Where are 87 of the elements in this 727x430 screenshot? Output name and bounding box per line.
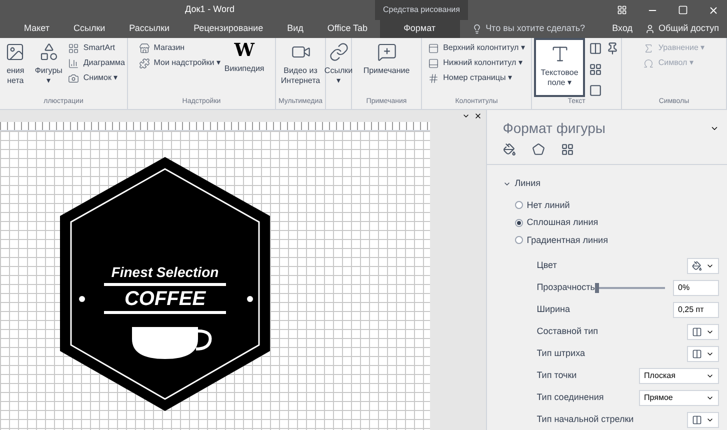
value-spinner[interactable]: 0% (673, 280, 719, 296)
caret-icon (706, 262, 714, 270)
omega-icon (643, 58, 654, 68)
puzzle-icon (138, 58, 150, 68)
ribbon-button[interactable]: ения нета (2, 38, 29, 96)
close-icon[interactable] (708, 4, 719, 16)
ribbon-button[interactable]: Фигуры ▾ (32, 38, 64, 96)
store-icon (138, 42, 150, 54)
hash-icon (428, 72, 440, 84)
pane-title: Формат фигуры (502, 119, 606, 138)
lines-icon (692, 349, 702, 359)
ribbon-button[interactable]: SmartArt (68, 42, 125, 54)
property-label: Тип соединения (536, 391, 604, 404)
property-label: Тип штриха (536, 347, 585, 360)
share-button[interactable]: Общий доступ (644, 22, 719, 36)
contextual-group-label: Средства рисования (375, 0, 468, 20)
picture-icon (5, 42, 26, 62)
ribbon-tab[interactable]: Макет (12, 20, 62, 38)
link-icon (328, 42, 348, 62)
radio-button[interactable] (514, 236, 523, 244)
layout-icon[interactable] (560, 143, 574, 156)
page-header-icon (428, 42, 440, 54)
radio-button[interactable] (514, 218, 523, 227)
chart-icon (68, 58, 80, 68)
ribbon-tab[interactable]: Рецензирование (182, 20, 276, 38)
caret-icon (706, 350, 714, 358)
ribbon-button[interactable]: Диаграмма (68, 57, 125, 69)
ribbon-button[interactable]: Нижний колонтитул ▾ (428, 57, 525, 69)
value-spinner[interactable]: 0,25 пт (673, 302, 719, 318)
comment-icon (376, 42, 396, 62)
property-label: Тип точки (536, 369, 577, 382)
lines-icon (692, 415, 702, 425)
radio-button[interactable] (514, 201, 523, 210)
line-style-dropdown[interactable] (687, 412, 719, 428)
line-style-dropdown[interactable] (687, 346, 719, 362)
close-icon[interactable] (474, 112, 482, 120)
property-label: Цвет (536, 259, 557, 272)
sigma-icon (643, 42, 654, 54)
caret-icon (706, 394, 714, 402)
ribbon-tab[interactable]: Вид (275, 20, 316, 38)
property-label: Прозрачность (536, 281, 595, 294)
ribbon-tab[interactable]: Формат (380, 20, 460, 38)
page-footer-icon (428, 58, 440, 68)
collapse-icon[interactable] (462, 112, 470, 120)
sign-in-link[interactable]: Вход (612, 22, 633, 36)
search-field[interactable]: Что вы хотите сделать? (472, 20, 586, 38)
dropdown[interactable]: Плоская (639, 368, 719, 384)
ribbon-button[interactable]: Магазин (138, 42, 220, 54)
radio-option[interactable]: Градиентная линия (514, 234, 727, 247)
ribbon-tab[interactable]: Ссылки (61, 20, 118, 38)
ribbon-button[interactable]: Ссылки ▾ (322, 38, 355, 98)
ribbon-button[interactable]: Номер страницы ▾ (428, 72, 525, 84)
grid-icon (68, 42, 80, 54)
ribbon-options-icon[interactable] (617, 5, 627, 15)
pane-menu-icon[interactable] (710, 124, 719, 133)
color-picker[interactable] (687, 258, 719, 274)
lines-icon (692, 327, 702, 337)
ribbon-tab[interactable]: Office Tab (315, 20, 380, 38)
radio-option[interactable]: Нет линий (514, 198, 727, 212)
ribbon-button[interactable]: Верхний колонтитул ▾ (428, 42, 525, 54)
ribbon-button[interactable]: Текстовое поле ▾ (534, 38, 585, 97)
radio-option[interactable]: Сплошная линия (514, 216, 727, 230)
paint-bucket-icon (692, 261, 702, 271)
pentagon-icon[interactable] (532, 143, 545, 156)
lightbulb-icon (472, 24, 482, 34)
window-title: Док1 - Word (185, 3, 236, 16)
section-header[interactable]: Линия (486, 177, 727, 190)
caret-icon (706, 416, 714, 424)
ribbon-tab[interactable]: Рассылки (117, 20, 182, 38)
ribbon-button[interactable]: Мои надстройки ▾ (138, 57, 220, 69)
paint-bucket-icon[interactable] (502, 143, 516, 156)
shapes-icon (38, 42, 59, 62)
caret-icon (706, 372, 714, 380)
ribbon-button[interactable]: Видео из Интернета (278, 38, 323, 96)
property-label: Тип начальной стрелки (536, 413, 634, 426)
property-label: Составной тип (536, 325, 598, 338)
slider-thumb[interactable] (595, 283, 599, 293)
line-style-dropdown[interactable] (687, 324, 719, 340)
ribbon-button[interactable]: Примечание (361, 38, 412, 96)
maximize-icon[interactable] (678, 5, 688, 15)
camera-icon (68, 72, 80, 84)
property-label: Ширина (536, 303, 570, 316)
caret-icon (706, 328, 714, 336)
ribbon-button[interactable]: W Википедия (224, 38, 264, 96)
person-icon (644, 24, 655, 34)
ribbon-button[interactable]: Снимок ▾ (68, 72, 125, 84)
dropdown[interactable]: Прямое (639, 390, 719, 406)
